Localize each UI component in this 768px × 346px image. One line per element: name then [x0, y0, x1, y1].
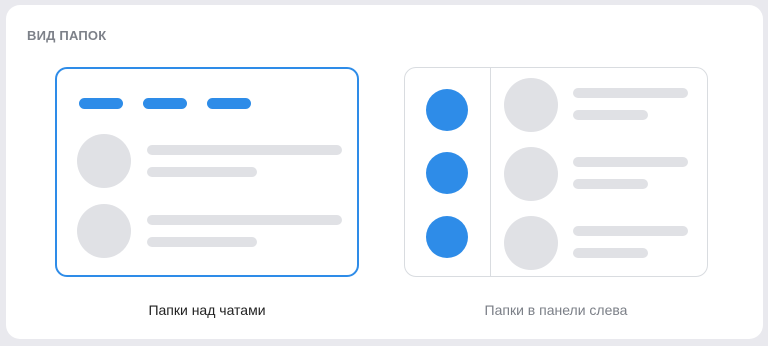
chat-preview-placeholder	[147, 167, 257, 177]
chat-title-placeholder	[573, 157, 688, 167]
folder-tab-preview	[207, 98, 251, 109]
panel-divider	[490, 68, 491, 276]
folder-icon-preview	[426, 89, 468, 131]
chat-avatar-placeholder	[504, 216, 558, 270]
chat-preview-placeholder	[573, 248, 648, 258]
folder-tab-preview	[143, 98, 187, 109]
chat-avatar-placeholder	[77, 204, 131, 258]
chat-preview-placeholder	[147, 237, 257, 247]
chat-avatar-placeholder	[504, 147, 558, 201]
folders-left-panel-label[interactable]: Папки в панели слева	[404, 302, 708, 318]
chat-title-placeholder	[147, 215, 342, 225]
folder-view-panel: ВИД ПАПОК Папки над чатами Папки в панел…	[6, 5, 763, 339]
folders-above-chats-option[interactable]	[55, 67, 359, 277]
folder-icon-preview	[426, 216, 468, 258]
chat-preview-placeholder	[573, 110, 648, 120]
folders-left-panel-option[interactable]	[404, 67, 708, 277]
chat-title-placeholder	[147, 145, 342, 155]
chat-avatar-placeholder	[77, 134, 131, 188]
folder-tab-preview	[79, 98, 123, 109]
chat-preview-placeholder	[573, 179, 648, 189]
section-title: ВИД ПАПОК	[27, 28, 107, 43]
folder-icon-preview	[426, 152, 468, 194]
chat-title-placeholder	[573, 88, 688, 98]
folders-above-chats-label[interactable]: Папки над чатами	[55, 302, 359, 318]
chat-title-placeholder	[573, 226, 688, 236]
chat-avatar-placeholder	[504, 78, 558, 132]
